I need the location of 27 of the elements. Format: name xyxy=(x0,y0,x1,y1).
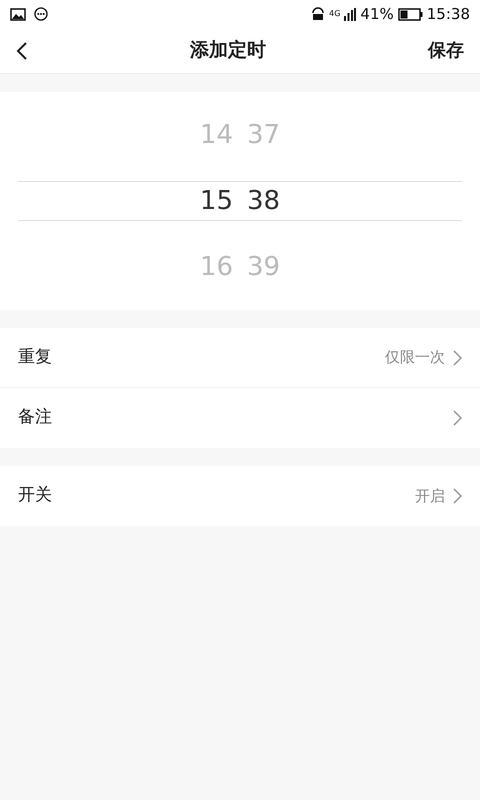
battery-icon xyxy=(398,8,423,20)
battery-percent: 41% xyxy=(360,4,394,25)
status-time: 15:38 xyxy=(426,4,470,25)
more-icon xyxy=(34,7,48,21)
network-label: 4G xyxy=(329,8,340,20)
settings-row[interactable]: 备注 xyxy=(0,388,480,448)
image-icon xyxy=(10,8,26,20)
back-button[interactable] xyxy=(16,40,28,60)
hour-value: 16 xyxy=(200,250,233,284)
row-label: 重复 xyxy=(18,346,52,369)
signal-icon xyxy=(344,8,356,20)
row-label: 备注 xyxy=(18,406,52,430)
chevron-icon xyxy=(453,350,462,366)
chevron-icon xyxy=(453,410,462,426)
hour-value: 14 xyxy=(200,118,233,152)
row-value: 开启 xyxy=(415,486,445,507)
row-value: 仅限一次 xyxy=(385,347,445,368)
minute-value: 39 xyxy=(247,250,280,284)
settings-row[interactable]: 重复 仅限一次 xyxy=(0,328,480,388)
save-button[interactable]: 保存 xyxy=(428,37,464,64)
minute-value: 38 xyxy=(247,184,280,218)
page-title: 添加定时 xyxy=(190,38,266,64)
hour-value: 15 xyxy=(200,184,233,218)
minute-value: 37 xyxy=(247,118,280,152)
row-label: 开关 xyxy=(18,484,52,508)
chevron-icon xyxy=(453,488,462,504)
settings-row[interactable]: 开关 开启 xyxy=(0,466,480,526)
